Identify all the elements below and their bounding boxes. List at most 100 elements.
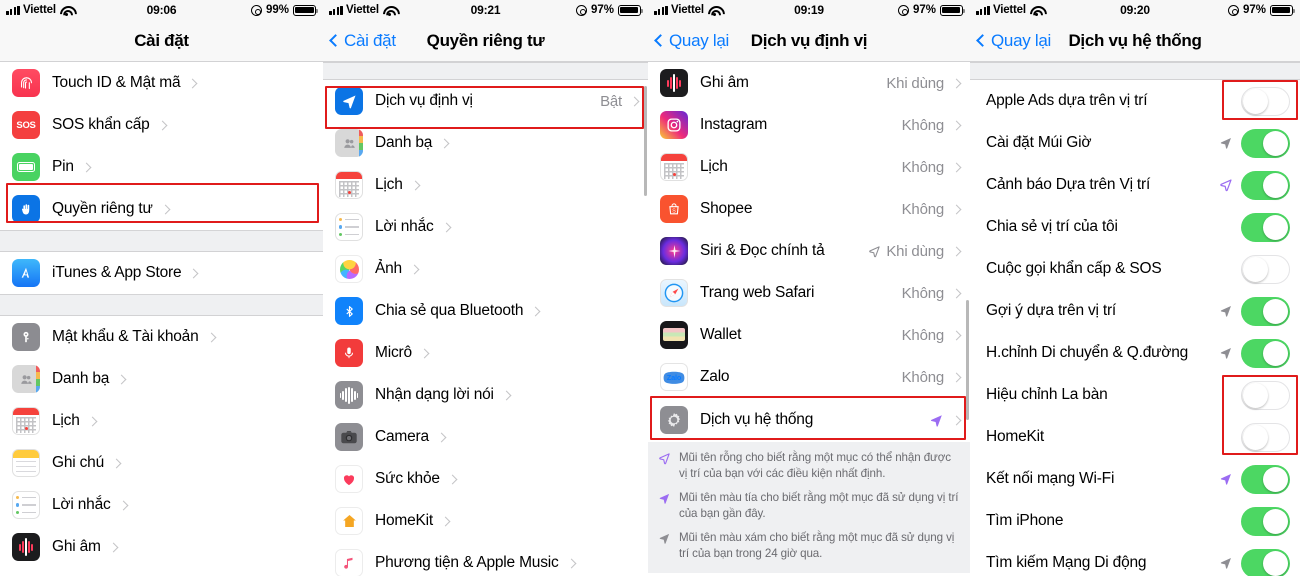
calendar-icon (12, 407, 40, 435)
row-share-my-location[interactable]: Chia sẻ vị trí của tôi (970, 206, 1300, 248)
row-location-based-suggestions[interactable]: Gợi ý dựa trên vị trí (970, 290, 1300, 332)
row-bluetooth-sharing[interactable]: Chia sẻ qua Bluetooth (323, 290, 648, 332)
row-label: Cuộc gọi khẩn cấp & SOS (986, 260, 1162, 277)
row-homekit[interactable]: HomeKit (970, 416, 1300, 458)
row-voice-memos[interactable]: Ghi âm (0, 526, 323, 568)
row-label: Wallet (700, 326, 742, 343)
toggle-location-based-alerts[interactable] (1241, 170, 1290, 200)
row-calendar[interactable]: Lịch Không (648, 146, 970, 188)
toggle-motion-calibration[interactable] (1241, 338, 1290, 368)
row-label: Tìm kiếm Mạng Di động (986, 554, 1147, 571)
safari-icon (660, 279, 688, 307)
location-services-list: Ghi âm Khi dùng Instagram Không Lịch Khô… (648, 62, 970, 573)
toggle-wifi-networking[interactable] (1241, 464, 1290, 494)
chevron-right-icon (629, 96, 640, 106)
location-arrow-hollow-icon (658, 450, 672, 483)
back-button[interactable]: Quay lại (654, 31, 729, 51)
bluetooth-icon (335, 297, 363, 325)
row-passwords-accounts[interactable]: Mật khẩu & Tài khoản (0, 316, 323, 358)
chevron-right-icon (951, 120, 962, 130)
row-reminders[interactable]: Lời nhắc (0, 484, 323, 526)
back-button[interactable]: Cài đặt (329, 31, 396, 51)
row-voice-memos[interactable]: Ghi âm Khi dùng (648, 62, 970, 104)
row-zalo[interactable]: Zalo Zalo Không (648, 356, 970, 398)
scroll-indicator[interactable] (966, 300, 969, 420)
row-cell-network-search[interactable]: Tìm kiếm Mạng Di động (970, 542, 1300, 576)
row-itunes-appstore[interactable]: iTunes & App Store (0, 252, 323, 294)
toggle-compass-calibration[interactable] (1241, 380, 1290, 410)
row-label: HomeKit (986, 428, 1045, 445)
row-contacts[interactable]: Danh bạ (323, 122, 648, 164)
row-value: Khi dùng (886, 74, 944, 92)
row-microphone[interactable]: Micrô (323, 332, 648, 374)
row-label: Pin (52, 158, 74, 175)
row-label: Trang web Safari (700, 284, 815, 301)
scroll-indicator[interactable] (644, 86, 647, 196)
microphone-icon (335, 339, 363, 367)
row-shopee[interactable]: S Shopee Không (648, 188, 970, 230)
row-notes[interactable]: Ghi chú (0, 442, 323, 484)
row-battery[interactable]: Pin (0, 146, 323, 188)
row-find-my-iphone[interactable]: Tìm iPhone (970, 500, 1300, 542)
row-health[interactable]: Sức khỏe (323, 458, 648, 500)
toggle-cell-network-search[interactable] (1241, 548, 1290, 576)
toggle-apple-ads-location[interactable] (1241, 86, 1290, 116)
chevron-right-icon (951, 330, 962, 340)
photos-icon (335, 255, 363, 283)
row-compass-calibration[interactable]: Hiệu chỉnh La bàn (970, 374, 1300, 416)
row-touch-id[interactable]: Touch ID & Mật mã (0, 62, 323, 104)
appstore-icon (12, 259, 40, 287)
contacts-icon (335, 129, 363, 157)
row-sos[interactable]: SOS SOS khẩn cấp (0, 104, 323, 146)
row-calendar[interactable]: Lịch (323, 164, 648, 206)
location-arrow-hollow-icon (868, 245, 881, 258)
toggle-emergency-calls-sos[interactable] (1241, 254, 1290, 284)
row-speech-recognition[interactable]: Nhận dạng lời nói (323, 374, 648, 416)
row-instagram[interactable]: Instagram Không (648, 104, 970, 146)
note-hollow-arrow: Mũi tên rỗng cho biết rằng một mục có th… (658, 450, 960, 483)
chevron-right-icon (188, 268, 199, 278)
location-arrow-icon (335, 87, 363, 115)
chevron-right-icon (501, 390, 512, 400)
toggle-homekit[interactable] (1241, 422, 1290, 452)
alarm-icon (897, 4, 909, 16)
row-wifi-networking[interactable]: Kết nối mạng Wi-Fi (970, 458, 1300, 500)
row-value: Không (901, 368, 945, 386)
chevron-right-icon (436, 432, 447, 442)
toggle-location-based-suggestions[interactable] (1241, 296, 1290, 326)
row-label: Camera (375, 428, 429, 445)
health-heart-icon (335, 465, 363, 493)
row-camera[interactable]: Camera (323, 416, 648, 458)
calendar-icon (335, 171, 363, 199)
toggle-share-my-location[interactable] (1241, 212, 1290, 242)
row-wallet[interactable]: Wallet Không (648, 314, 970, 356)
row-media-apple-music[interactable]: Phương tiện & Apple Music (323, 542, 648, 576)
row-label: Shopee (700, 200, 753, 217)
chevron-left-icon (654, 34, 667, 47)
row-emergency-calls-sos[interactable]: Cuộc gọi khẩn cấp & SOS (970, 248, 1300, 290)
toggle-group (1211, 170, 1290, 200)
row-contacts[interactable]: Danh bạ (0, 358, 323, 400)
toggle-find-my-iphone[interactable] (1241, 506, 1290, 536)
system-services-list: Apple Ads dựa trên vị trí Cài đặt Múi Gi… (970, 62, 1300, 576)
chevron-right-icon (441, 222, 451, 232)
row-motion-calibration[interactable]: H.chỉnh Di chuyển & Q.đường (970, 332, 1300, 374)
chevron-right-icon (118, 500, 128, 510)
chevron-right-icon (530, 306, 541, 316)
location-arrow-hollow-icon (1219, 178, 1233, 192)
back-button[interactable]: Quay lại (976, 31, 1051, 51)
row-siri-dictation[interactable]: Siri & Đọc chính tả Khi dùng (648, 230, 970, 272)
row-system-services[interactable]: Dịch vụ hệ thống (648, 398, 970, 442)
row-safari-websites[interactable]: Trang web Safari Không (648, 272, 970, 314)
row-time-zone[interactable]: Cài đặt Múi Giờ (970, 122, 1300, 164)
row-privacy[interactable]: Quyền riêng tư (0, 188, 323, 230)
row-reminders[interactable]: Lời nhắc (323, 206, 648, 248)
row-calendar[interactable]: Lịch (0, 400, 323, 442)
panel-privacy: Viettel 09:21 97% Cài đặt Quyền riêng tư (323, 0, 648, 576)
row-homekit[interactable]: HomeKit (323, 500, 648, 542)
row-location-services[interactable]: Dịch vụ định vị Bật (323, 80, 648, 122)
row-photos[interactable]: Ảnh (323, 248, 648, 290)
row-apple-ads-location[interactable]: Apple Ads dựa trên vị trí (970, 80, 1300, 122)
row-location-based-alerts[interactable]: Cảnh báo Dựa trên Vị trí (970, 164, 1300, 206)
toggle-time-zone[interactable] (1241, 128, 1290, 158)
